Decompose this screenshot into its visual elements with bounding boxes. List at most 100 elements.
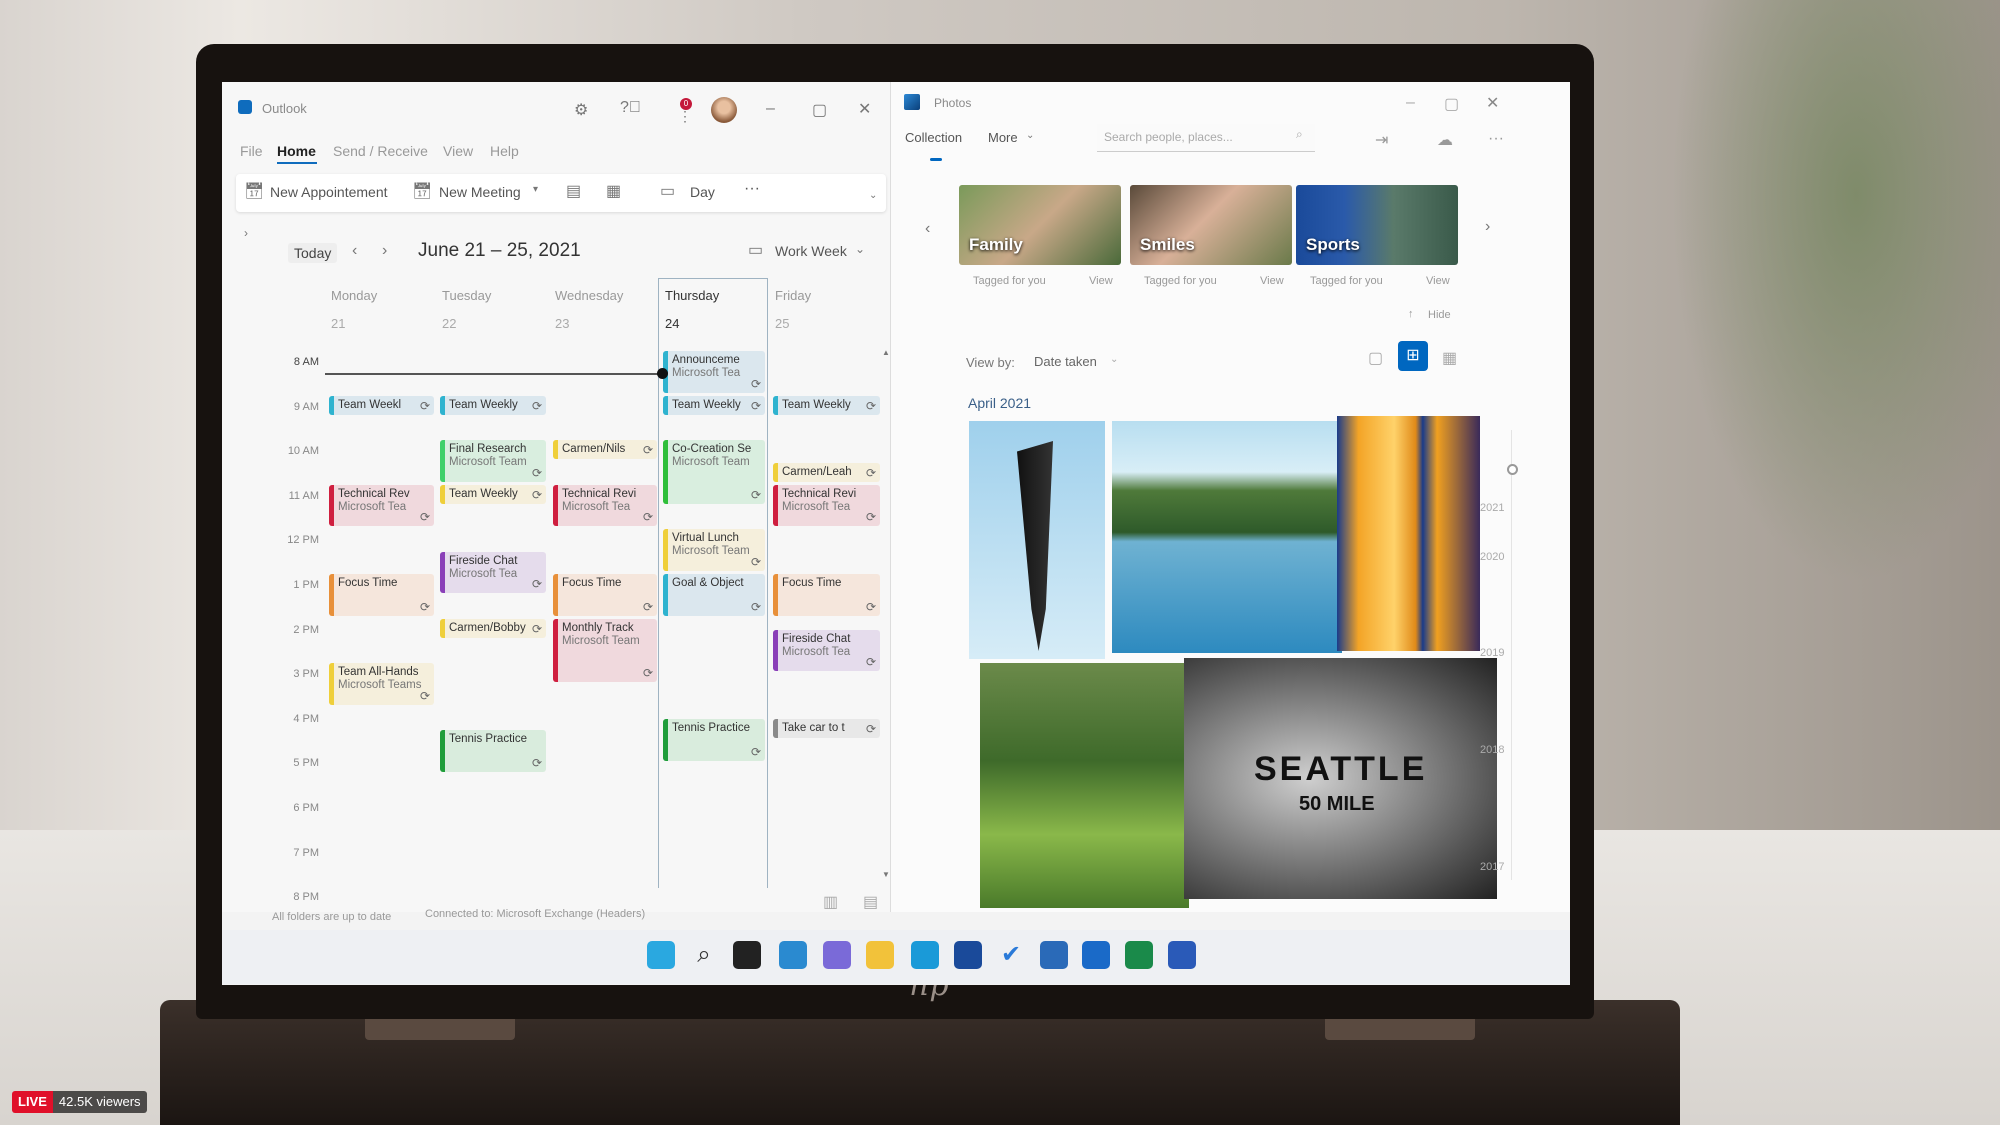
day-header-monday[interactable]: Monday [331,288,377,303]
calendar-view-icon[interactable]: ▤ [566,181,581,201]
caret-down-icon[interactable]: ▾ [533,184,538,195]
avatar[interactable] [711,97,737,123]
view-selector[interactable]: Work Week [775,243,847,259]
notifications-icon[interactable]: ⋮ [678,108,692,125]
large-view-icon[interactable]: ▢ [1368,348,1383,368]
today-button[interactable]: Today [288,243,338,263]
edge-icon[interactable] [911,941,939,969]
menu-send-receive[interactable]: Send / Receive [333,143,428,159]
calendar-event[interactable]: Technical Rev Microsoft Tea ⟳ [329,484,434,527]
next-week-icon[interactable]: › [382,242,387,260]
calendar-event[interactable]: Technical Revi Microsoft Tea ⟳ [553,484,657,527]
calendar-event[interactable]: Focus Time ⟳ [553,574,657,616]
timeline-year[interactable]: 2020 [1480,551,1504,563]
maximize-icon[interactable]: ▢ [1444,94,1459,114]
reading-view-icon[interactable]: ▤ [863,892,878,912]
chevron-down-icon[interactable]: ⌄ [1026,130,1034,141]
view-link[interactable]: View [1089,275,1113,287]
timeline-year[interactable]: 2017 [1480,861,1504,873]
calendar-event[interactable]: Focus Time ⟳ [329,574,434,616]
prev-week-icon[interactable]: ‹ [352,242,357,260]
calendar-event[interactable]: Tennis Practice ⟳ [663,718,765,761]
search-icon[interactable]: ⌕ [690,941,718,969]
scroll-up-icon[interactable]: ▲ [882,348,890,357]
calendar-event[interactable]: Final Research Microsoft Team ⟳ [440,440,546,482]
calendar-event[interactable]: Co-Creation Se Microsoft Team ⟳ [663,440,765,505]
calendar-event[interactable]: Virtual Lunch Microsoft Team ⟳ [663,529,765,571]
small-view-icon[interactable]: ▦ [1442,348,1457,368]
menu-file[interactable]: File [240,143,263,159]
view-link[interactable]: View [1426,275,1450,287]
task-view-icon[interactable] [733,941,761,969]
expand-pane-icon[interactable]: › [244,226,248,240]
more-options-button[interactable]: ··· [744,180,760,198]
outlook-icon[interactable] [1082,941,1110,969]
carousel-prev-icon[interactable]: ‹ [925,220,930,238]
view-link[interactable]: View [1260,275,1284,287]
tab-collection[interactable]: Collection [905,130,962,145]
calendar-event[interactable]: Team Weekl ⟳ [329,395,434,415]
view-by-dropdown[interactable]: Date taken [1034,354,1121,369]
close-icon[interactable]: ✕ [858,99,871,119]
photo-forest[interactable] [980,663,1189,908]
calendar-event[interactable]: Fireside Chat Microsoft Tea ⟳ [440,551,546,594]
people-card-smiles[interactable]: Smiles [1130,185,1292,265]
carousel-next-icon[interactable]: › [1485,218,1490,236]
photo-lake[interactable] [1112,421,1342,653]
people-card-family[interactable]: Family [959,185,1121,265]
calendar-event[interactable]: Monthly Track Microsoft Team ⟳ [553,618,657,683]
search-icon[interactable]: ⌕ [1296,127,1303,142]
store-icon[interactable] [954,941,982,969]
day-header-thursday[interactable]: Thursday [665,288,719,303]
timeline-year[interactable]: 2021 [1480,502,1504,514]
day-header-friday[interactable]: Friday [775,288,811,303]
calendar-event[interactable]: Team Weekly ⟳ [773,395,880,415]
calendar-event[interactable]: Goal & Object ⟳ [663,574,765,616]
calendar-event[interactable]: Technical Revi Microsoft Tea ⟳ [773,484,880,527]
chat-icon[interactable] [823,941,851,969]
people-card-sports[interactable]: Sports [1296,185,1458,265]
maximize-icon[interactable]: ▢ [812,100,827,120]
close-icon[interactable]: ✕ [1486,93,1499,113]
calendar-event[interactable]: Carmen/Leah ⟳ [773,462,880,482]
minimize-icon[interactable]: – [1406,94,1415,112]
new-appointment-button[interactable]: New Appointement [270,184,388,200]
menu-home[interactable]: Home [277,143,316,159]
calendar-event[interactable]: Team Weekly ⟳ [440,395,546,415]
day-header-tuesday[interactable]: Tuesday [442,288,491,303]
chevron-down-icon[interactable]: ⌄ [855,242,865,256]
calendar-share-icon[interactable]: ▦ [606,181,621,201]
photo-building-lights[interactable] [1337,416,1480,651]
file-explorer-icon[interactable] [866,941,894,969]
minimize-icon[interactable]: – [766,100,775,118]
menu-view[interactable]: View [443,143,473,159]
menu-help[interactable]: Help [490,143,519,159]
timeline-thumb[interactable] [1507,464,1518,475]
timeline-track[interactable] [1511,430,1512,880]
calendar-event[interactable]: Fireside Chat Microsoft Tea ⟳ [773,629,880,672]
calendar-event[interactable]: Carmen/Bobby ⟳ [440,618,546,638]
calendar-event[interactable]: Carmen/Nils ⟳ [553,440,657,460]
calendar-event[interactable]: Announceme Microsoft Tea ⟳ [663,351,765,393]
import-icon[interactable]: ⇥ [1375,130,1388,150]
settings-gear-icon[interactable]: ⚙ [574,100,588,120]
normal-view-icon[interactable]: ▥ [823,892,838,912]
timeline-year[interactable]: 2019 [1480,647,1504,659]
start-icon[interactable] [647,941,675,969]
medium-view-icon[interactable]: ⊞ [1398,341,1428,371]
new-meeting-button[interactable]: New Meeting [439,184,521,200]
photos-icon[interactable] [1040,941,1068,969]
calendar-event[interactable]: Team Weekly ⟳ [440,484,546,505]
widgets-icon[interactable] [779,941,807,969]
calendar-event[interactable]: Tennis Practice ⟳ [440,730,546,772]
calendar-event[interactable]: Focus Time ⟳ [773,574,880,616]
day-view-button[interactable]: Day [690,184,715,200]
more-icon[interactable]: ··· [1488,130,1504,148]
help-icon[interactable]: ?⃝ [620,99,641,117]
cloud-icon[interactable]: ☁ [1437,130,1453,150]
ribbon-expand-icon[interactable]: ⌄ [869,190,877,201]
word-icon[interactable] [1168,941,1196,969]
photo-sign[interactable]: SEATTLE 50 MILE [1184,658,1497,899]
timeline-year[interactable]: 2018 [1480,744,1504,756]
calendar-event[interactable]: Take car to t ⟳ [773,718,880,739]
